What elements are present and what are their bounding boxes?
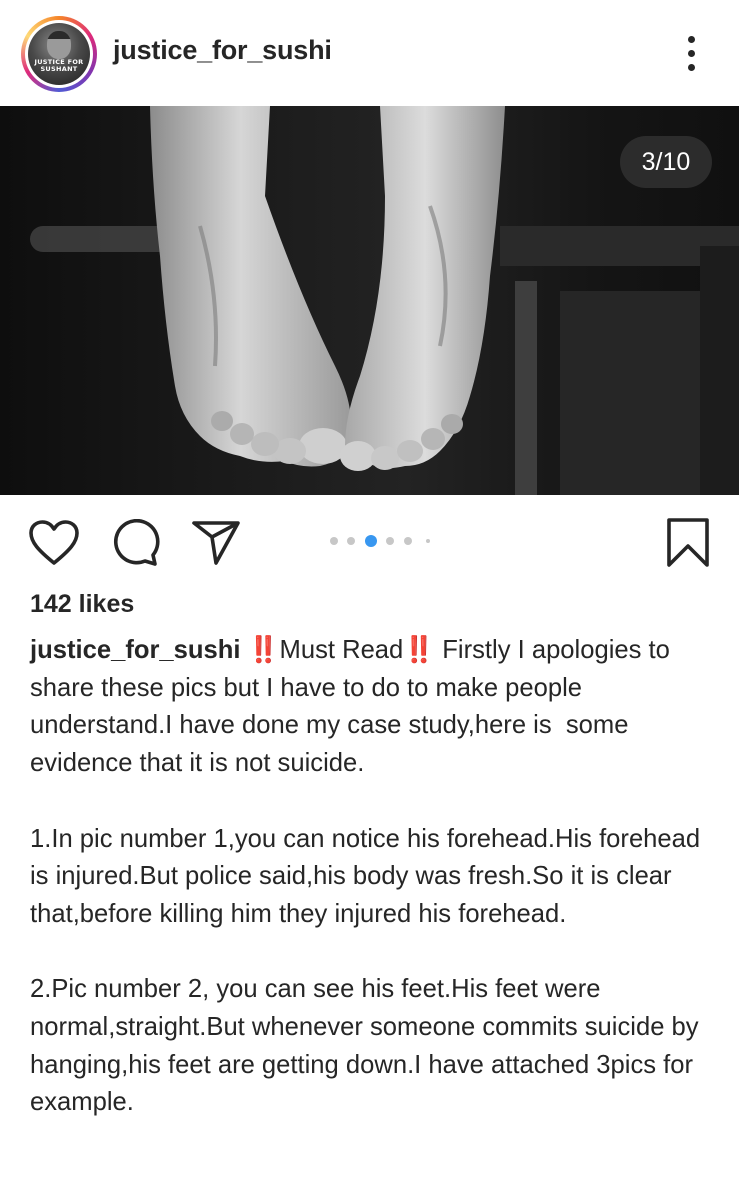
username-link[interactable]: justice_for_sushi — [113, 35, 332, 66]
heart-icon[interactable] — [28, 519, 80, 567]
caption-text-intro: Must Read — [279, 636, 404, 664]
avatar-photo: JUSTICE FOR SUSHANT — [28, 23, 90, 85]
instagram-post: JUSTICE FOR SUSHANT justice_for_sushi 3/… — [0, 0, 739, 1200]
double-exclamation-emoji: ‼️ — [403, 636, 436, 664]
avatar-text: JUSTICE FOR SUSHANT — [34, 58, 84, 73]
post-caption: justice_for_sushi ‼️Must Read‼️ Firstly … — [30, 632, 720, 1122]
more-vertical-icon — [688, 36, 695, 43]
post-image[interactable]: 3/10 — [0, 106, 739, 495]
post-header: JUSTICE FOR SUSHANT justice_for_sushi — [0, 0, 739, 106]
carousel-counter: 3/10 — [620, 136, 712, 188]
comment-icon[interactable] — [110, 519, 162, 567]
avatar[interactable]: JUSTICE FOR SUSHANT — [21, 16, 97, 92]
carousel-dot-active — [365, 535, 377, 547]
double-exclamation-emoji: ‼️ — [247, 636, 280, 664]
bookmark-icon[interactable] — [664, 517, 712, 569]
action-bar — [0, 495, 739, 590]
caption-username[interactable]: justice_for_sushi — [30, 636, 241, 664]
share-icon[interactable] — [190, 519, 242, 567]
more-options-button[interactable] — [674, 34, 710, 74]
caption-text-body: Firstly I apologies to share these pics … — [30, 636, 701, 1117]
likes-count[interactable]: 142 likes — [30, 590, 134, 619]
